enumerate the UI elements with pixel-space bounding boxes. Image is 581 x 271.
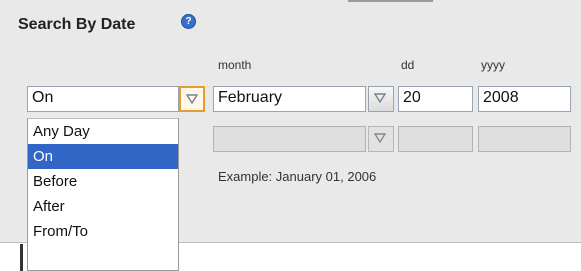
option-on[interactable]: On: [28, 144, 178, 169]
help-icon[interactable]: ?: [181, 14, 196, 29]
option-after[interactable]: After: [28, 194, 178, 219]
month-select[interactable]: February: [213, 86, 366, 112]
month-dropdown-button[interactable]: [368, 86, 394, 112]
option-from-to[interactable]: From/To: [28, 219, 178, 244]
chevron-down-icon: [186, 94, 198, 104]
day-field-2[interactable]: [398, 126, 473, 152]
day-field[interactable]: 20: [398, 86, 473, 112]
date-mode-dropdown-list: Any Day On Before After From/To: [27, 118, 179, 271]
year-header: yyyy: [481, 58, 505, 72]
year-field-2[interactable]: [478, 126, 571, 152]
example-hint: Example: January 01, 2006: [218, 169, 377, 184]
month-header: month: [218, 58, 252, 72]
chevron-down-icon: [374, 93, 386, 103]
date-mode-select[interactable]: On: [27, 86, 179, 112]
left-edge-bar: [20, 244, 23, 271]
top-divider: [348, 0, 433, 2]
month-dropdown-button-2[interactable]: [368, 126, 394, 152]
day-header: dd: [401, 58, 415, 72]
date-mode-dropdown-button[interactable]: [179, 86, 205, 112]
option-before[interactable]: Before: [28, 169, 178, 194]
option-any-day[interactable]: Any Day: [28, 119, 178, 144]
chevron-down-icon: [374, 133, 386, 143]
month-select-2[interactable]: [213, 126, 366, 152]
section-title: Search By Date: [18, 16, 136, 33]
year-field[interactable]: 2008: [478, 86, 571, 112]
